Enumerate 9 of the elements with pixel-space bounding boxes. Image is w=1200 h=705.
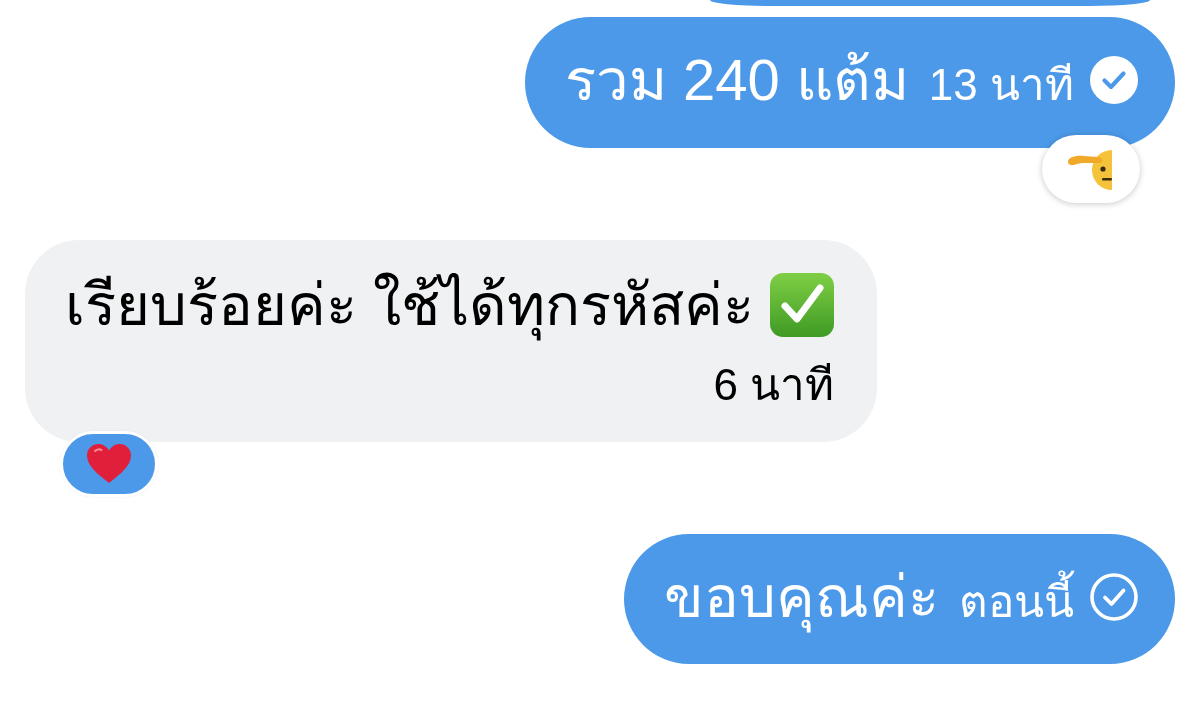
heart-icon bbox=[86, 442, 132, 485]
check-mark-icon bbox=[770, 273, 835, 338]
timestamp: 6 นาที bbox=[713, 358, 835, 411]
message-text: รวม 240 แต้ม bbox=[564, 48, 909, 113]
timestamp: ตอนนี้ bbox=[959, 566, 1074, 628]
timestamp: 13 นาที bbox=[928, 59, 1074, 111]
reaction-pill[interactable] bbox=[60, 430, 158, 497]
saluting-face-icon bbox=[1066, 147, 1112, 190]
reaction-pill[interactable] bbox=[1042, 134, 1140, 203]
